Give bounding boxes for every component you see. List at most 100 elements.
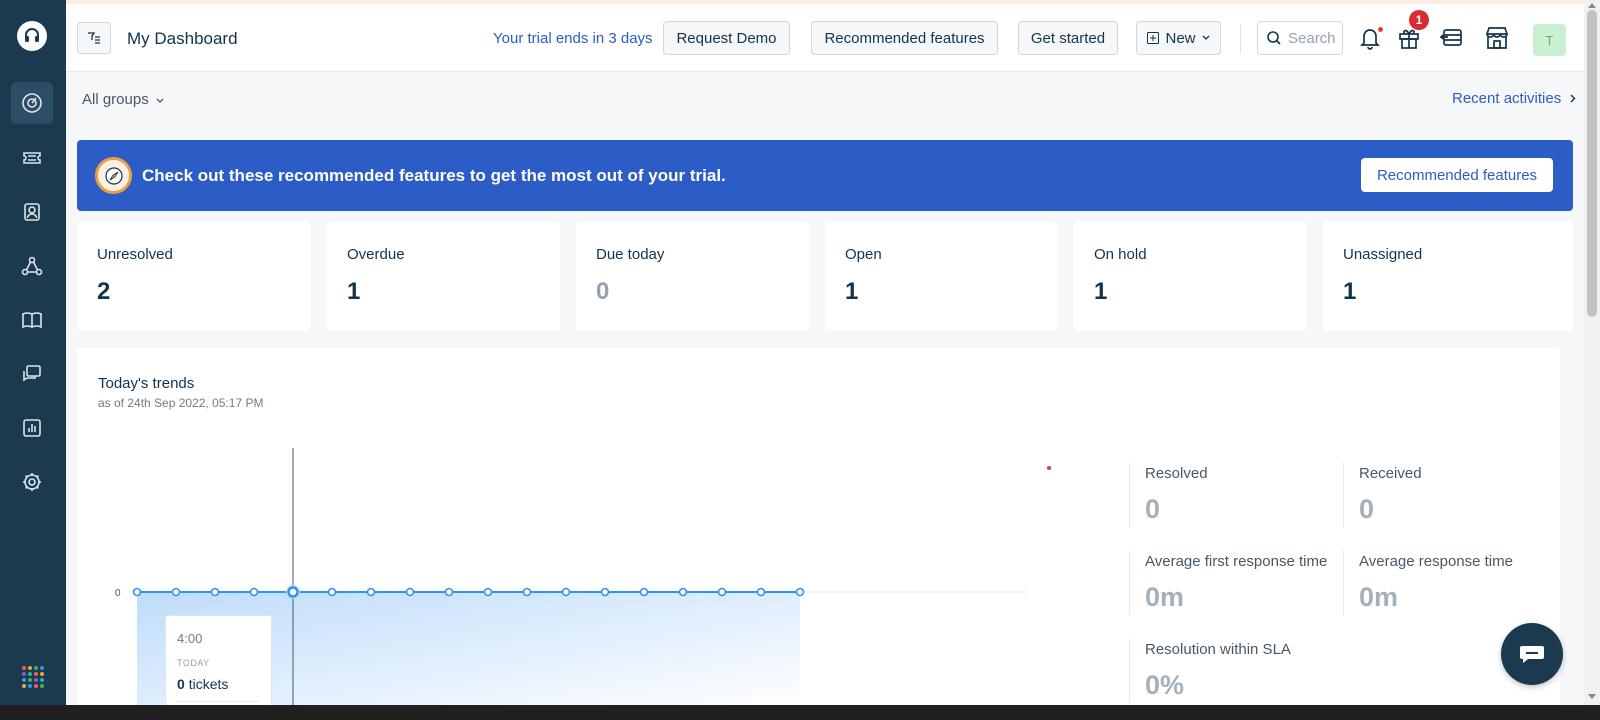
metric-avg-response: Average response time 0m [1359, 553, 1513, 613]
training-button[interactable] [1438, 24, 1466, 52]
presentation-icon [1439, 29, 1462, 46]
chart-tooltip: 4:00 TODAY 0 tickets [165, 615, 272, 708]
stat-card-open[interactable]: Open 1 [825, 221, 1058, 331]
chart-point [639, 587, 649, 597]
gear-icon [23, 473, 41, 491]
page-title: My Dashboard [127, 29, 238, 48]
stat-card-unresolved[interactable]: Unresolved 2 [77, 221, 310, 331]
sidebar-item-tickets[interactable] [11, 137, 53, 179]
stat-value: 1 [845, 278, 859, 305]
chart-point [717, 587, 727, 597]
chart-point [249, 587, 259, 597]
stat-label: Due today [596, 246, 665, 263]
stat-label: Overdue [347, 246, 405, 263]
sidebar-item-admin[interactable] [11, 461, 53, 503]
filter-toggle-button[interactable] [77, 22, 111, 54]
search-input[interactable]: Search [1257, 21, 1343, 55]
tooltip-time: 4:00 [177, 631, 203, 646]
store-icon [1485, 27, 1509, 49]
scroll-thumb[interactable] [1587, 10, 1597, 317]
sidebar [0, 0, 66, 705]
sidebar-item-contacts[interactable] [11, 191, 53, 233]
sidebar-item-analytics[interactable] [11, 407, 53, 449]
marketplace-button[interactable] [1483, 24, 1511, 52]
new-button[interactable]: New [1136, 21, 1221, 55]
chart-point [327, 587, 337, 597]
chevron-right-icon [1570, 94, 1576, 103]
app-logo[interactable] [17, 21, 47, 51]
metric-value: 0m [1145, 582, 1185, 612]
tooltip-count: 0 tickets [177, 676, 228, 692]
metric-value: 0% [1145, 670, 1185, 700]
page-scrollbar[interactable] [1584, 0, 1600, 705]
y-tick-label: 0 [115, 588, 121, 599]
groups-icon [21, 256, 43, 276]
chart-point [483, 587, 493, 597]
analytics-icon [23, 419, 41, 437]
chart-point [756, 587, 766, 597]
headset-icon [25, 28, 39, 42]
scroll-down-arrow[interactable] [1588, 694, 1596, 699]
chart-point [171, 587, 181, 597]
user-avatar[interactable]: T [1533, 24, 1566, 56]
sidebar-item-dashboard[interactable] [11, 82, 53, 124]
apps-grid-icon[interactable] [22, 666, 44, 688]
chat-widget-button[interactable] [1501, 623, 1563, 685]
sidebar-item-groups[interactable] [11, 245, 53, 287]
metric-label: Received [1359, 465, 1422, 482]
recent-activities-link[interactable]: Recent activities [1452, 90, 1576, 107]
stat-card-due-today[interactable]: Due today 0 [576, 221, 809, 331]
get-started-button[interactable]: Get started [1018, 21, 1118, 55]
sidebar-item-forums[interactable] [11, 353, 53, 395]
metric-divider [1129, 638, 1130, 703]
metric-divider [1343, 550, 1344, 615]
metric-divider [1129, 550, 1130, 615]
metric-label: Average response time [1359, 553, 1513, 570]
tooltip-count-value: 0 [177, 676, 185, 692]
metric-divider [1343, 463, 1344, 528]
chevron-down-icon [156, 98, 164, 103]
trial-notice-link[interactable]: Your trial ends in 3 days [493, 30, 653, 47]
scroll-up-arrow[interactable] [1588, 3, 1596, 8]
os-taskbar [0, 705, 1600, 720]
metric-avg-first-response: Average first response time 0m [1145, 553, 1327, 613]
stat-value: 0 [596, 278, 610, 305]
metric-label: Resolved [1145, 465, 1208, 482]
chart-point [132, 587, 142, 597]
chat-bubble-icon [1520, 646, 1544, 663]
marker-dot [1047, 466, 1051, 470]
banner-recommended-features-button[interactable]: Recommended features [1361, 158, 1553, 192]
tooltip-count-unit: tickets [188, 676, 229, 692]
stat-label: On hold [1094, 246, 1147, 263]
filter-icon [88, 32, 100, 44]
metric-value: 0 [1359, 494, 1375, 524]
stat-card-unassigned[interactable]: Unassigned 1 [1323, 221, 1573, 331]
top-header: My Dashboard Your trial ends in 3 days R… [66, 0, 1584, 72]
groups-dropdown[interactable]: All groups [82, 91, 164, 108]
stat-label: Unassigned [1343, 246, 1423, 263]
gift-badge: 1 [1409, 10, 1429, 30]
metric-resolved: Resolved 0 [1145, 465, 1208, 525]
stat-card-overdue[interactable]: Overdue 1 [327, 221, 560, 331]
chart-point [366, 587, 376, 597]
stat-card-on-hold[interactable]: On hold 1 [1074, 221, 1307, 331]
chart-point [522, 587, 532, 597]
compass-icon [95, 157, 132, 194]
chart-point [444, 587, 454, 597]
search-placeholder: Search [1288, 29, 1336, 47]
recommended-features-button[interactable]: Recommended features [811, 21, 998, 55]
chat-icon [23, 365, 41, 382]
chart-point [678, 587, 688, 597]
header-divider [1240, 24, 1241, 54]
notification-dot [1377, 26, 1384, 33]
stat-label: Unresolved [97, 246, 173, 263]
metric-divider [1129, 463, 1130, 528]
stat-value: 1 [347, 278, 361, 305]
plus-box-icon [1147, 32, 1160, 44]
sidebar-item-solutions[interactable] [11, 299, 53, 341]
chart-point [795, 587, 805, 597]
chart-point [561, 587, 571, 597]
contacts-icon [24, 203, 40, 221]
ticket-icon [23, 152, 41, 164]
request-demo-button[interactable]: Request Demo [663, 21, 790, 55]
